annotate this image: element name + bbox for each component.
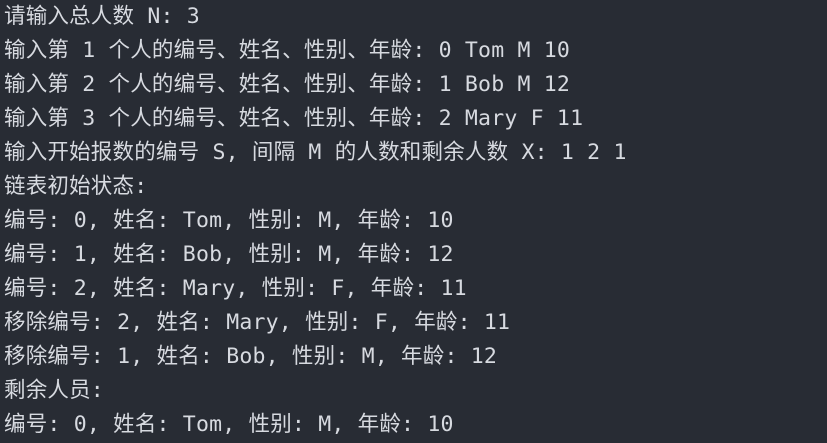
removed-person-line: 移除编号: 2, 姓名: Mary, 性别: F, 年龄: 11 (4, 310, 511, 335)
prompt-total-count-line: 请输入总人数 N: 3 (4, 4, 200, 29)
remaining-heading: 剩余人员: (4, 378, 104, 403)
initial-list-row: 编号: 2, 姓名: Mary, 性别: F, 年龄: 11 (4, 276, 467, 301)
input-person-1-line: 输入第 1 个人的编号、姓名、性别、年龄: 0 Tom M 10 (4, 38, 571, 63)
initial-list-row: 编号: 0, 姓名: Tom, 性别: M, 年龄: 10 (4, 208, 454, 233)
initial-list-heading: 链表初始状态: (4, 174, 148, 199)
removed-person-line: 移除编号: 1, 姓名: Bob, 性别: M, 年龄: 12 (4, 344, 498, 369)
remaining-person-line: 编号: 0, 姓名: Tom, 性别: M, 年龄: 10 (4, 412, 454, 437)
terminal-output[interactable]: 请输入总人数 N: 3 输入第 1 个人的编号、姓名、性别、年龄: 0 Tom … (0, 0, 827, 443)
input-person-3-line: 输入第 3 个人的编号、姓名、性别、年龄: 2 Mary F 11 (4, 106, 584, 131)
initial-list-row: 编号: 1, 姓名: Bob, 性别: M, 年龄: 12 (4, 242, 454, 267)
input-person-2-line: 输入第 2 个人的编号、姓名、性别、年龄: 1 Bob M 12 (4, 72, 571, 97)
input-start-interval-remaining-line: 输入开始报数的编号 S, 间隔 M 的人数和剩余人数 X: 1 2 1 (4, 140, 627, 165)
